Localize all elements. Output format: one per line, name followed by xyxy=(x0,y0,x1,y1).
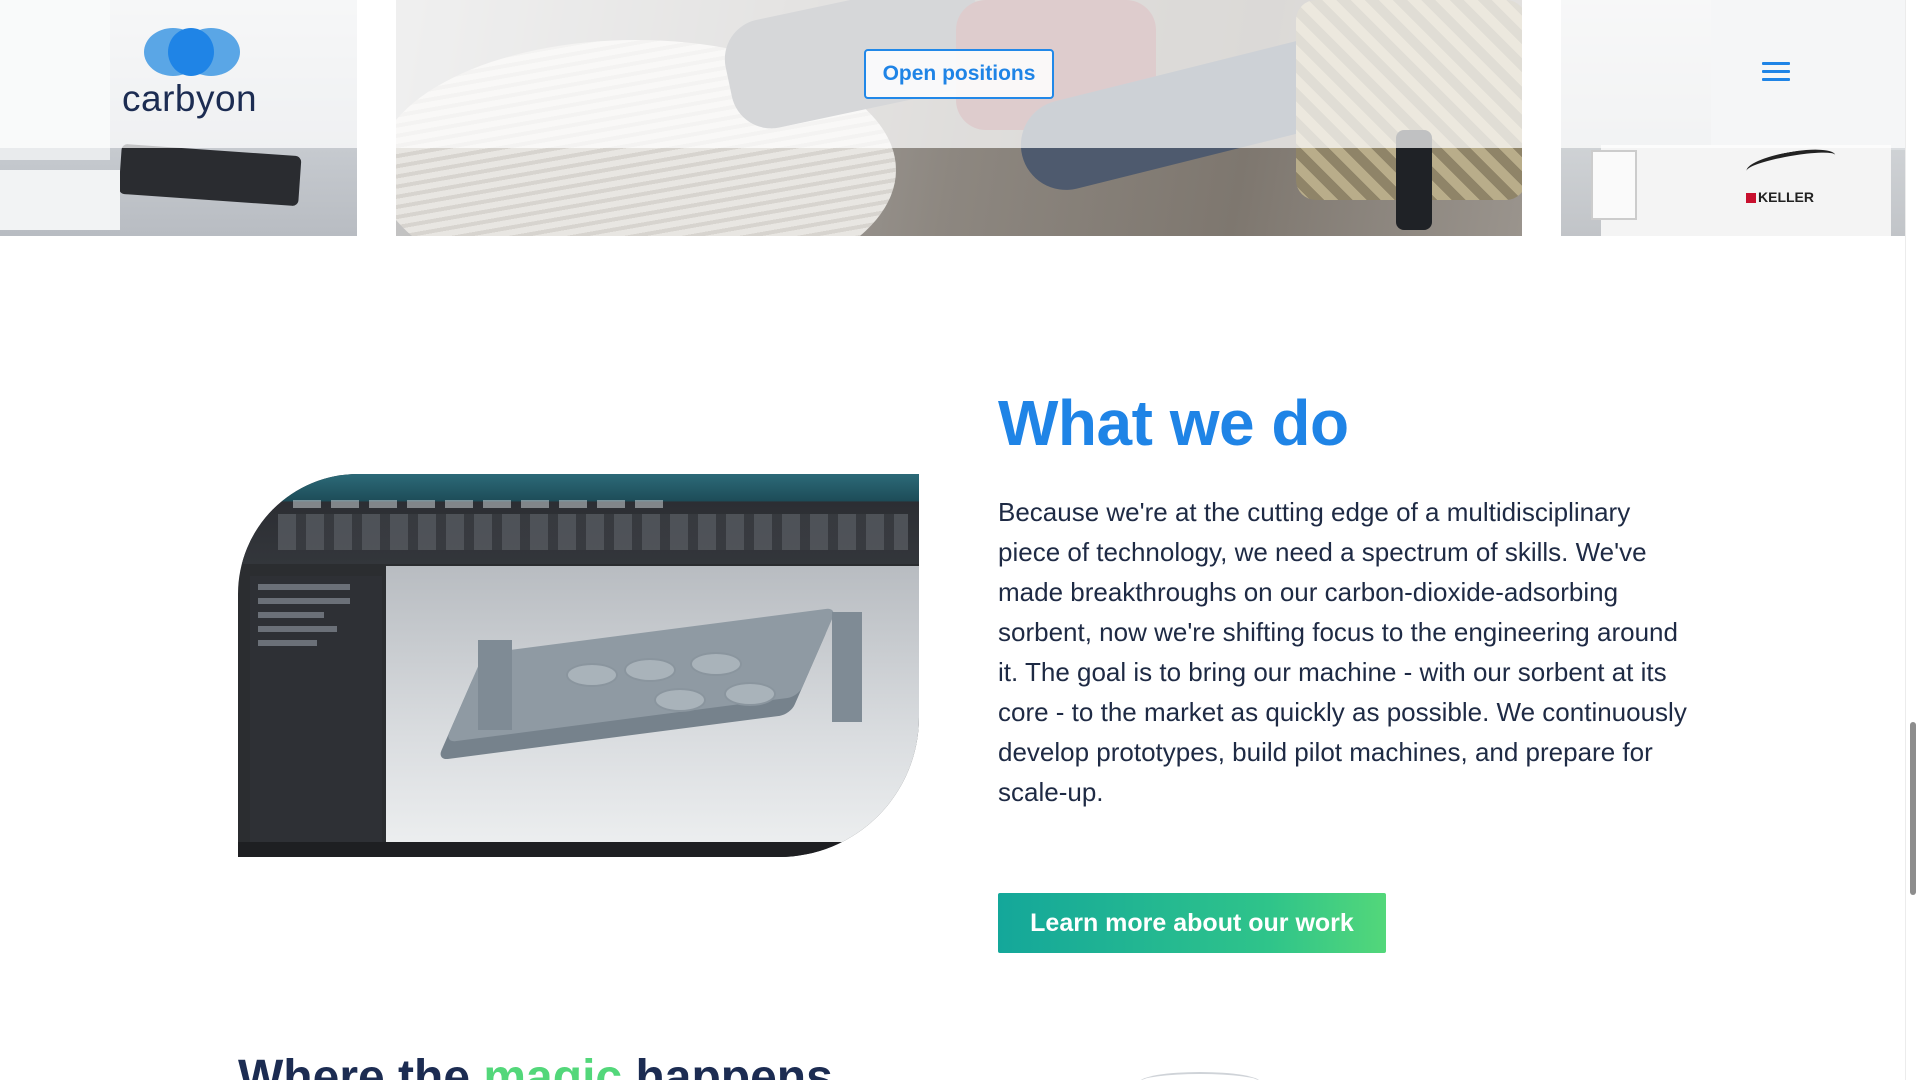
paper-shape xyxy=(0,170,120,230)
page-scrollbar[interactable] xyxy=(1905,0,1920,1080)
what-we-do-body: Because we're at the cutting edge of a m… xyxy=(998,497,1687,807)
what-we-do-title: What we do xyxy=(998,387,1349,459)
keller-brand-label: KELLER xyxy=(1746,189,1814,205)
cad-part-puck xyxy=(724,682,776,706)
scrollbar-thumb[interactable] xyxy=(1910,722,1916,895)
title-accent: magic xyxy=(483,1051,623,1080)
cup-shape xyxy=(1591,150,1637,220)
cad-part-arm xyxy=(478,640,512,730)
title-part: happens xyxy=(622,1051,833,1080)
cad-assembly-tree xyxy=(250,576,382,846)
cad-status-bar xyxy=(238,842,919,857)
learn-more-button[interactable]: Learn more about our work xyxy=(998,893,1386,953)
carbyon-logo-icon xyxy=(144,26,240,76)
cad-part-puck xyxy=(654,688,706,712)
site-header: carbyon Open positions xyxy=(0,0,1920,148)
cad-ribbon xyxy=(238,474,919,564)
cad-part-puck xyxy=(690,652,742,676)
title-part: Where the xyxy=(238,1051,484,1080)
cad-part-puck xyxy=(566,663,618,687)
keyboard-shape xyxy=(118,143,302,207)
cad-part-arm xyxy=(832,612,862,722)
hamburger-menu-icon[interactable] xyxy=(1762,62,1790,84)
decorative-arc xyxy=(1140,1072,1260,1080)
carbyon-logo[interactable]: carbyon xyxy=(122,26,262,122)
open-positions-button[interactable]: Open positions xyxy=(864,49,1054,99)
logo-wordmark: carbyon xyxy=(122,78,258,119)
next-section-title: Where the magic happens xyxy=(238,1050,833,1080)
cad-part-puck xyxy=(624,658,676,682)
